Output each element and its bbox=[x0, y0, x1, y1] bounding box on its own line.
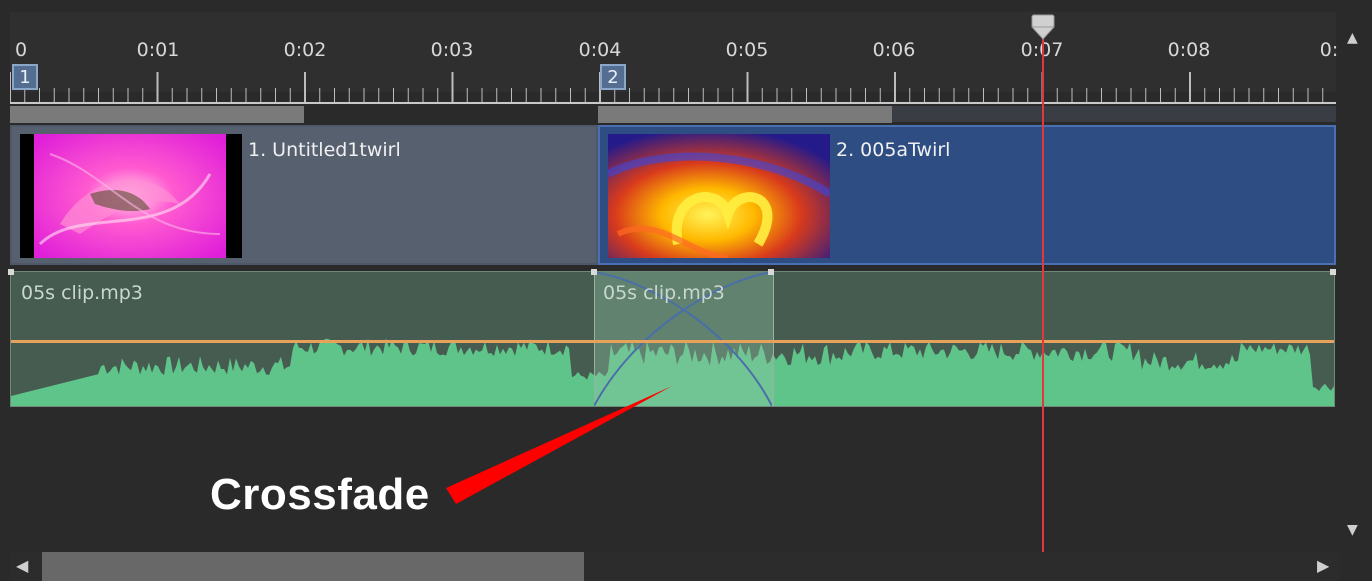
time-ruler[interactable]: 0 0:01 0:02 0:03 0:04 0:05 0:06 0:07 0:0… bbox=[0, 12, 1339, 123]
video-clip-2[interactable]: 2. 005aTwirl bbox=[598, 125, 1336, 265]
audio-handle-start[interactable] bbox=[8, 269, 14, 275]
ruler-label-5: 0:05 bbox=[725, 39, 769, 61]
video-clip-1[interactable]: 1. Untitled1twirl bbox=[10, 125, 598, 265]
timeline-panel: 0 0:01 0:02 0:03 0:04 0:05 0:06 0:07 0:0… bbox=[0, 0, 1372, 581]
arrow-left-icon[interactable]: ◀ bbox=[16, 556, 28, 575]
clip-2-thumbnail bbox=[608, 134, 830, 258]
vertical-scrollbar[interactable] bbox=[1338, 12, 1369, 552]
ruler-label-4: 0:04 bbox=[578, 39, 622, 61]
arrow-up-icon[interactable]: ▲ bbox=[1347, 30, 1358, 46]
arrow-right-icon[interactable]: ▶ bbox=[1317, 556, 1329, 575]
clip-marker-1[interactable]: 1 bbox=[12, 64, 38, 90]
ruler-label-9: 0: bbox=[1319, 39, 1339, 61]
playhead-handle-icon[interactable] bbox=[1031, 14, 1055, 40]
annotation-arrow-icon bbox=[446, 386, 672, 504]
horizontal-scrollbar-thumb[interactable] bbox=[42, 552, 584, 581]
clip-marker-2[interactable]: 2 bbox=[600, 64, 626, 90]
audio-clip-2-title: 05s clip.mp3 bbox=[603, 282, 725, 304]
ruler-ticks bbox=[10, 72, 1324, 102]
clip-2-title: 2. 005aTwirl bbox=[836, 139, 951, 161]
ruler-label-6: 0:06 bbox=[872, 39, 916, 61]
ruler-label-8: 0:08 bbox=[1167, 39, 1211, 61]
clip-1-title: 1. Untitled1twirl bbox=[248, 139, 401, 161]
playhead-line[interactable] bbox=[1042, 34, 1044, 552]
audio-clip-1-title: 05s clip.mp3 bbox=[21, 282, 143, 304]
ruler-label-0: 0 bbox=[15, 39, 28, 61]
clip-1-thumbnail bbox=[20, 134, 242, 258]
volume-line[interactable] bbox=[11, 340, 1334, 343]
arrow-down-icon[interactable]: ▼ bbox=[1347, 522, 1358, 538]
ruler-label-2: 0:02 bbox=[283, 39, 327, 61]
clip-2-range-bar bbox=[598, 106, 892, 123]
audio-handle-end[interactable] bbox=[1330, 269, 1336, 275]
clip-1-range-bar bbox=[10, 106, 304, 123]
ruler-label-3: 0:03 bbox=[430, 39, 474, 61]
crossfade-handle-left[interactable] bbox=[591, 269, 597, 275]
ruler-baseline bbox=[10, 102, 1336, 104]
ruler-label-1: 0:01 bbox=[136, 39, 180, 61]
crossfade-handle-right[interactable] bbox=[768, 269, 774, 275]
crossfade-annotation: Crossfade bbox=[210, 470, 430, 519]
